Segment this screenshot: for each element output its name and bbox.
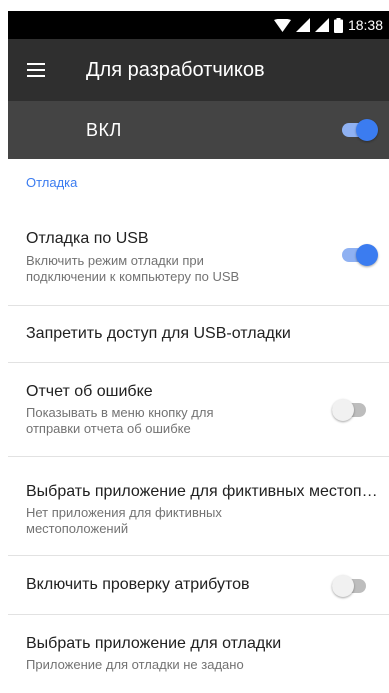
setting-mock-location-app[interactable]: Выбрать приложение для фиктивных местопо… [8,457,389,555]
setting-summary: Приложение для отладки не задано [26,657,244,672]
hamburger-menu-icon [27,63,45,77]
bug-report-toggle[interactable] [332,399,368,421]
master-switch-bar[interactable]: ВКЛ [8,101,389,159]
setting-summary-line1: Нет приложения для фиктивных [26,505,222,520]
status-bar: 18:38 [8,11,389,39]
signal-icon [295,18,310,32]
setting-title: Выбрать приложение для фиктивных местопо… [26,483,378,500]
usb-debugging-toggle[interactable] [342,244,378,266]
section-header-debugging: Отладка [26,175,78,190]
developer-options-screen: 18:38 Для разработчиков ВКЛ Отладка Отла… [8,0,389,693]
setting-summary-line1: Включить режим отладки при [26,253,204,268]
setting-title: Отчет об ошибке [26,383,153,400]
menu-button[interactable] [22,56,50,84]
status-time: 18:38 [347,17,383,33]
toggle-thumb [356,119,378,141]
setting-select-debug-app[interactable]: Выбрать приложение для отладки Приложени… [8,615,389,693]
battery-icon [333,17,343,33]
setting-title: Отладка по USB [26,230,149,247]
status-icons: 18:38 [273,11,383,39]
setting-revoke-usb-authorizations[interactable]: Запретить доступ для USB-отладки [8,306,389,362]
setting-title: Выбрать приложение для отладки [26,635,282,652]
toggle-thumb [332,575,354,597]
setting-summary-line1: Показывать в меню кнопку для [26,405,214,420]
toggle-thumb [356,244,378,266]
master-toggle[interactable] [342,119,378,141]
master-switch-label: ВКЛ [86,120,122,140]
setting-summary-line2: отправки отчета об ошибке [26,421,191,436]
setting-summary-line2: подключении к компьютеру по USB [26,269,240,284]
app-bar: Для разработчиков [8,39,389,101]
setting-summary-line2: местоположений [26,521,129,536]
signal-icon-2 [314,18,329,32]
setting-title: Запретить доступ для USB-отладки [26,325,291,342]
attribute-check-toggle[interactable] [332,575,368,597]
setting-usb-debugging[interactable]: Отладка по USB Включить режим отладки пр… [8,212,389,305]
setting-view-attribute-inspection[interactable]: Включить проверку атрибутов [8,556,389,614]
setting-bug-report[interactable]: Отчет об ошибке Показывать в меню кнопку… [8,363,389,456]
toggle-thumb [332,399,354,421]
setting-title: Включить проверку атрибутов [26,576,250,593]
page-title: Для разработчиков [86,59,265,81]
wifi-icon [273,18,291,32]
